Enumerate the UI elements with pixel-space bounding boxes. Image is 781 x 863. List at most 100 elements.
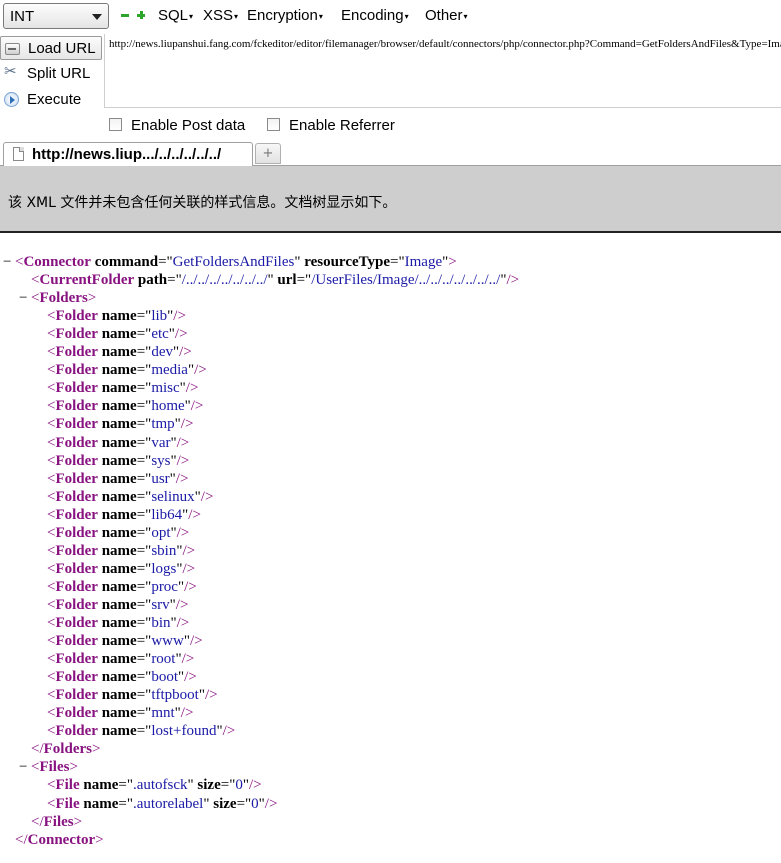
xml-attr-name: name: [101, 705, 137, 722]
xml-folder-row: <Folder name="lib64"/>: [35, 506, 201, 524]
xml-quote: =": [136, 723, 152, 740]
xml-tag-name: Connector: [23, 254, 91, 270]
xml-attr-value: sys: [151, 452, 171, 469]
xml-bracket: </: [31, 813, 44, 830]
split-url-label: Split URL: [27, 65, 91, 82]
xml-bracket: />: [182, 542, 196, 559]
xml-attr-name: name: [101, 651, 137, 668]
xml-quote: =": [220, 777, 236, 794]
xml-attr-name: name: [101, 669, 137, 686]
collapse-toggle-icon[interactable]: −: [19, 289, 31, 307]
type-select[interactable]: INT: [3, 3, 109, 29]
xml-quote: =": [136, 524, 152, 541]
xml-bracket: </: [31, 741, 44, 758]
load-url-button[interactable]: Load URL: [0, 36, 102, 60]
xml-quote: =": [136, 669, 152, 686]
xml-bracket: >: [95, 831, 104, 848]
xml-bracket: />: [179, 344, 192, 361]
checkbox-box[interactable]: [267, 118, 280, 131]
xml-attr-name: path: [137, 272, 168, 289]
xml-folder-row: <Folder name="proc"/>: [35, 578, 197, 596]
xml-folder-row: <Folder name="logs"/>: [35, 560, 195, 578]
xml-attr-value: dev: [151, 344, 173, 361]
tab-active[interactable]: http://news.liup.../../../../../../: [3, 142, 253, 166]
xml-folder-row: <Folder name="misc"/>: [35, 379, 198, 397]
xml-quote: ": [294, 254, 301, 270]
xml-attr-value: srv: [151, 596, 170, 613]
xml-quote: =": [136, 380, 152, 397]
xml-attr-value: var: [151, 434, 171, 451]
xml-attr-value: .autofsck: [132, 777, 188, 794]
xml-folders-close: </Folders>: [19, 740, 100, 758]
xml-attr-name: name: [83, 795, 119, 812]
xml-quote: =": [136, 434, 152, 451]
menu-sql[interactable]: SQL▾: [158, 7, 193, 24]
xml-attr-value: usr: [151, 470, 170, 487]
xml-attr-value: /../../../../../../../: [181, 272, 268, 289]
chevron-down-icon: [92, 14, 102, 20]
xml-bracket: >: [69, 759, 78, 776]
play-icon: [4, 92, 19, 107]
xml-bracket: />: [248, 777, 262, 794]
collapse-toggle-icon[interactable]: −: [19, 758, 31, 776]
xml-quote: =": [167, 272, 182, 289]
xml-attr-value: lib64: [151, 506, 183, 523]
xml-tag-name: Folder: [55, 506, 98, 523]
xml-attr-name: name: [101, 524, 137, 541]
split-url-button[interactable]: ✂ Split URL: [0, 62, 102, 86]
xml-tag-name: Folder: [55, 326, 98, 343]
xml-bracket: />: [188, 506, 201, 523]
xml-attr-value: logs: [151, 560, 177, 577]
xml-quote: ": [187, 777, 194, 794]
xml-folder-row: <Folder name="etc"/>: [35, 325, 188, 343]
url-textarea[interactable]: http://news.liupanshui.fang.com/fckedito…: [104, 34, 781, 108]
menu-encryption[interactable]: Encryption▾: [247, 7, 323, 24]
xml-bracket: />: [176, 615, 190, 631]
xml-tag-name: Folder: [55, 398, 98, 415]
caret-down-icon: ▾: [463, 11, 468, 21]
xml-attr-name: name: [101, 308, 137, 325]
xml-quote: =": [136, 596, 152, 613]
xml-bracket: />: [190, 398, 204, 415]
xml-quote: =": [136, 633, 152, 650]
xml-attr-value: lost+found: [151, 723, 217, 740]
xml-quote: =": [136, 344, 152, 361]
xml-attr-value: misc: [151, 380, 180, 397]
xml-attr-name: name: [101, 470, 137, 487]
xml-attr-name: name: [101, 398, 137, 415]
xml-bracket: >: [448, 254, 457, 270]
xml-attr-name: name: [101, 633, 137, 650]
load-url-label: Load URL: [28, 40, 96, 57]
execute-button[interactable]: Execute: [0, 88, 102, 112]
scissors-icon: ✂: [4, 63, 17, 80]
xml-attr-name: name: [101, 615, 137, 631]
xml-attr-value: home: [151, 398, 185, 415]
xml-quote: ": [203, 795, 210, 812]
xml-tag-name: Connector: [27, 831, 96, 848]
xml-quote: =": [136, 542, 152, 559]
menu-other[interactable]: Other▾: [425, 7, 468, 24]
collapse-toggle-icon[interactable]: −: [3, 253, 15, 271]
xml-folder-row: <Folder name="lib"/>: [35, 307, 186, 325]
xml-files-open: − <Files>: [19, 758, 78, 776]
xml-attr-name: name: [101, 344, 137, 361]
xml-folder-row: <Folder name="tmp"/>: [35, 415, 193, 433]
xml-bracket: >: [73, 813, 83, 830]
checkbox-box[interactable]: [109, 118, 122, 131]
xml-tag-name: Files: [43, 813, 74, 830]
caret-down-icon: ▾: [234, 11, 239, 21]
xml-bracket: >: [87, 290, 97, 307]
plus-icon[interactable]: [137, 11, 145, 19]
xml-tag-name: Folder: [55, 669, 98, 686]
xml-attr-name: name: [101, 452, 137, 469]
xml-bracket: </: [15, 831, 28, 848]
new-tab-button[interactable]: +: [255, 143, 281, 164]
minus-icon[interactable]: [121, 11, 129, 19]
xml-attr-name: name: [101, 416, 137, 433]
xml-file-row: <File name=".autofsck" size="0"/>: [35, 776, 262, 794]
menu-xss[interactable]: XSS▾: [203, 7, 238, 24]
xml-tag-name: Folder: [55, 578, 98, 595]
menu-encoding[interactable]: Encoding▾: [341, 7, 409, 24]
xml-attr-value: Image: [404, 254, 443, 270]
xml-attr-name: name: [101, 560, 137, 577]
